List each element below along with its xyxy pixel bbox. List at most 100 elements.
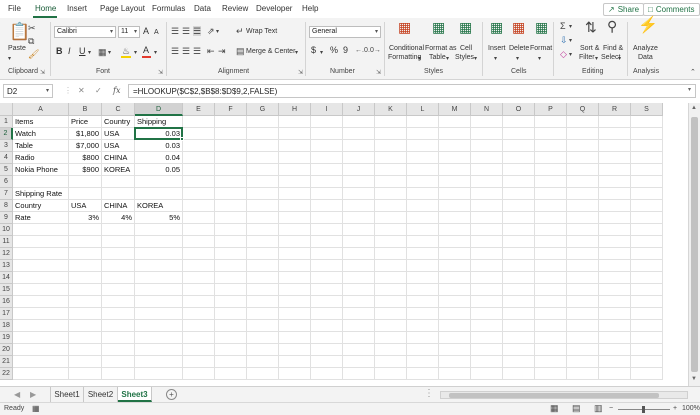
cell-f10[interactable] [215, 224, 247, 236]
cell-r15[interactable] [599, 284, 631, 296]
menu-data[interactable]: Data [194, 4, 211, 13]
column-header-j[interactable]: J [343, 103, 375, 116]
cell-e1[interactable] [183, 116, 215, 128]
cell-a13[interactable] [13, 260, 69, 272]
cell-d22[interactable] [135, 368, 183, 380]
cell-i13[interactable] [311, 260, 343, 272]
cell-o17[interactable] [503, 308, 535, 320]
cell-p22[interactable] [535, 368, 567, 380]
prev-sheet-icon[interactable]: ◀ [14, 390, 20, 399]
cell-r2[interactable] [599, 128, 631, 140]
cell-n20[interactable] [471, 344, 503, 356]
cell-g7[interactable] [247, 188, 279, 200]
increase-indent-icon[interactable]: ⇥ [218, 46, 226, 56]
row-header-19[interactable]: 19 [0, 332, 13, 344]
conditional-formatting-icon[interactable]: ▦ [398, 20, 411, 34]
cell-a10[interactable] [13, 224, 69, 236]
clear-dropdown-icon[interactable]: ▾ [569, 50, 572, 60]
cell-o21[interactable] [503, 356, 535, 368]
font-color-dropdown-icon[interactable]: ▾ [154, 48, 157, 58]
number-launcher-icon[interactable]: ⇲ [376, 69, 381, 76]
cell-m17[interactable] [439, 308, 471, 320]
format-as-table-line1[interactable]: Format as [425, 44, 457, 53]
clear-icon[interactable]: ◇ [560, 49, 567, 59]
cell-a4[interactable]: Radio [13, 152, 69, 164]
macro-record-icon[interactable]: ▦ [32, 404, 40, 413]
cell-m12[interactable] [439, 248, 471, 260]
cell-m16[interactable] [439, 296, 471, 308]
cell-r20[interactable] [599, 344, 631, 356]
row-header-9[interactable]: 9 [0, 212, 13, 224]
delete-cells-button[interactable]: Delete [509, 44, 529, 53]
cell-p15[interactable] [535, 284, 567, 296]
cell-o18[interactable] [503, 320, 535, 332]
cell-a3[interactable]: Table [13, 140, 69, 152]
cell-i11[interactable] [311, 236, 343, 248]
cell-e6[interactable] [183, 176, 215, 188]
cell-c20[interactable] [102, 344, 135, 356]
cell-g19[interactable] [247, 332, 279, 344]
menu-insert[interactable]: Insert [67, 4, 87, 13]
cell-b20[interactable] [69, 344, 102, 356]
cell-j2[interactable] [343, 128, 375, 140]
cell-c5[interactable]: KOREA [102, 164, 135, 176]
cell-p9[interactable] [535, 212, 567, 224]
cell-c9[interactable]: 4% [102, 212, 135, 224]
cell-e8[interactable] [183, 200, 215, 212]
menu-file[interactable]: File [8, 4, 21, 13]
cell-p10[interactable] [535, 224, 567, 236]
cell-b10[interactable] [69, 224, 102, 236]
cell-c15[interactable] [102, 284, 135, 296]
zoom-in-icon[interactable]: + [673, 405, 677, 412]
cell-h14[interactable] [279, 272, 311, 284]
cell-d10[interactable] [135, 224, 183, 236]
cell-d15[interactable] [135, 284, 183, 296]
wrap-text-icon[interactable]: ↵ [236, 26, 244, 36]
cell-s5[interactable] [631, 164, 663, 176]
cell-s9[interactable] [631, 212, 663, 224]
column-header-s[interactable]: S [631, 103, 663, 116]
cell-c6[interactable] [102, 176, 135, 188]
cell-e4[interactable] [183, 152, 215, 164]
cell-l3[interactable] [407, 140, 439, 152]
cell-r7[interactable] [599, 188, 631, 200]
horizontal-scroll-thumb[interactable] [449, 393, 659, 398]
cell-g14[interactable] [247, 272, 279, 284]
cell-r1[interactable] [599, 116, 631, 128]
column-header-p[interactable]: P [535, 103, 567, 116]
fill-icon[interactable]: ⇩ [560, 35, 568, 45]
column-header-f[interactable]: F [215, 103, 247, 116]
row-header-21[interactable]: 21 [0, 356, 13, 368]
cell-i18[interactable] [311, 320, 343, 332]
cell-f21[interactable] [215, 356, 247, 368]
insert-cells-icon[interactable]: ▦ [490, 20, 503, 34]
cell-o9[interactable] [503, 212, 535, 224]
cell-g2[interactable] [247, 128, 279, 140]
cell-n5[interactable] [471, 164, 503, 176]
cell-p21[interactable] [535, 356, 567, 368]
cell-d8[interactable]: KOREA [135, 200, 183, 212]
cell-s3[interactable] [631, 140, 663, 152]
cell-s11[interactable] [631, 236, 663, 248]
column-header-d[interactable]: D [135, 103, 183, 116]
cell-c4[interactable]: CHINA [102, 152, 135, 164]
cell-b16[interactable] [69, 296, 102, 308]
cell-m11[interactable] [439, 236, 471, 248]
cell-r11[interactable] [599, 236, 631, 248]
cell-styles-dropdown-icon[interactable]: ▾ [474, 54, 477, 64]
cell-q15[interactable] [567, 284, 599, 296]
analyze-data-icon[interactable]: ⚡ [638, 18, 658, 34]
zoom-out-icon[interactable]: − [609, 405, 613, 412]
cell-p7[interactable] [535, 188, 567, 200]
format-as-table-line2[interactable]: Table [429, 53, 446, 62]
format-painter-icon[interactable]: 🖌 [28, 49, 39, 59]
cell-g4[interactable] [247, 152, 279, 164]
cell-o4[interactable] [503, 152, 535, 164]
cell-c16[interactable] [102, 296, 135, 308]
cell-n17[interactable] [471, 308, 503, 320]
expand-formula-icon[interactable]: ▾ [688, 86, 691, 93]
conditional-formatting-line1[interactable]: Conditional [389, 44, 424, 53]
cell-p20[interactable] [535, 344, 567, 356]
autosum-icon[interactable]: Σ [560, 21, 566, 31]
cell-c7[interactable] [102, 188, 135, 200]
